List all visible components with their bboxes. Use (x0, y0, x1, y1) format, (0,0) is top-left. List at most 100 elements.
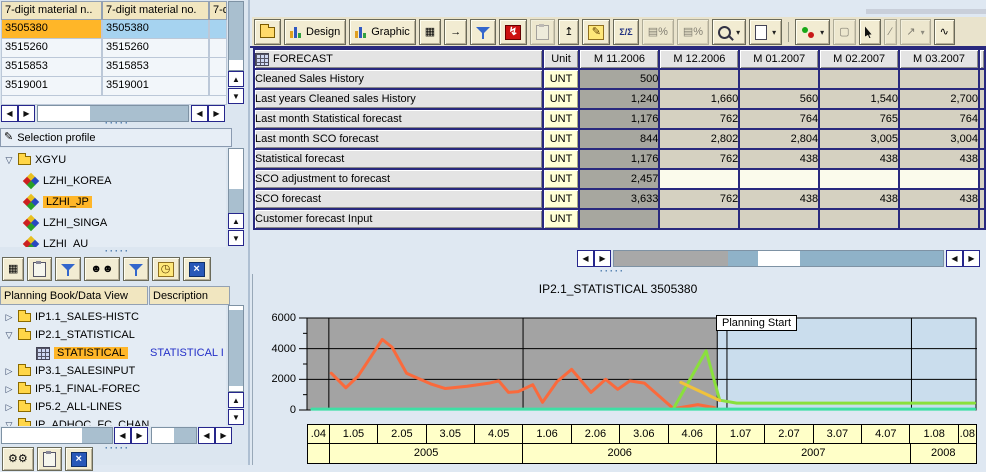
month-column-header[interactable]: M 01.2007 (739, 49, 819, 69)
unit-cell[interactable]: UNT (543, 149, 580, 169)
planning-book-item-statistical[interactable]: STATISTICALSTATISTICAL I (36, 343, 128, 363)
value-cell[interactable] (739, 69, 819, 89)
scroll-left-icon[interactable]: ◀ (946, 250, 963, 267)
value-cell[interactable] (819, 169, 899, 189)
value-cell[interactable]: 3,633 (579, 189, 659, 209)
row-label-button[interactable]: SCO forecast (254, 189, 543, 209)
unit-cell[interactable]: UNT (543, 89, 580, 109)
value-cell[interactable] (739, 209, 819, 229)
selection-item-lzhi_singa[interactable]: LZHI_SINGA (24, 213, 107, 233)
scroll-track[interactable] (613, 250, 944, 267)
value-cell[interactable] (659, 69, 739, 89)
value-cell[interactable] (819, 209, 899, 229)
assign-users-button[interactable]: ☻☻ (84, 257, 119, 281)
planning-book-item-ip2.1_statistical[interactable]: ▽IP2.1_STATISTICAL (4, 325, 135, 345)
status-button[interactable]: ▾ (795, 19, 830, 45)
value-cell[interactable] (659, 209, 739, 229)
scroll-thumb[interactable] (229, 189, 243, 214)
planning-book-item-ip3.1_salesinput[interactable]: ▷IP3.1_SALESINPUT (4, 361, 135, 381)
scroll-down-icon[interactable]: ▼ (228, 230, 244, 246)
scroll-thumb[interactable] (82, 428, 113, 443)
material-cell[interactable]: 3515853 (102, 58, 209, 77)
description-column-header[interactable]: Description (149, 286, 230, 305)
abort-button[interactable]: ↯ (499, 19, 527, 45)
month-column-header[interactable]: M 11.2006 (579, 49, 659, 69)
value-cell[interactable]: 762 (659, 109, 739, 129)
scroll-left-icon[interactable]: ◀ (1, 105, 18, 122)
distribute-button[interactable]: Σ/Σ (613, 19, 638, 45)
planning-book-item-ip1.1_sales-histc[interactable]: ▷IP1.1_SALES-HISTC (4, 307, 139, 327)
selection-item-lzhi_jp[interactable]: LZHI_JP (24, 192, 92, 212)
unit-cell[interactable]: UNT (543, 209, 580, 229)
selection-vscrollbar[interactable]: ▲ ▼ (228, 148, 244, 247)
zoom-button-dropdown[interactable]: ▾ (736, 28, 740, 37)
filter-button[interactable] (55, 257, 81, 281)
value-cell[interactable]: 2,457 (579, 169, 659, 189)
month-column-header[interactable]: M 03.2007 (899, 49, 979, 69)
material-column-header[interactable]: 7-digit material no. (102, 1, 209, 20)
scroll-left-icon[interactable]: ◀ (198, 427, 215, 444)
paste-percent-button[interactable]: ▤% (677, 19, 709, 45)
splitter-dots[interactable]: ····· (105, 246, 130, 256)
material-cell[interactable]: 3519001 (1, 77, 102, 96)
scroll-track[interactable] (151, 427, 197, 444)
unit-column-header[interactable]: Unit (543, 49, 580, 69)
scroll-left-icon[interactable]: ◀ (577, 250, 594, 267)
clipboard-button-2[interactable] (37, 447, 62, 471)
zoom-button[interactable]: ▾ (712, 19, 746, 45)
value-cell[interactable]: 438 (899, 149, 979, 169)
value-cell[interactable]: 438 (899, 189, 979, 209)
settings-button[interactable]: ⚙⚙ (2, 447, 34, 471)
scroll-right-icon[interactable]: ▶ (215, 427, 232, 444)
table-row[interactable]: 35152603515260 (1, 39, 227, 58)
document-select-button[interactable]: ▾ (749, 19, 782, 45)
scroll-thumb[interactable] (229, 310, 243, 386)
draw-line-button[interactable]: ∕ (884, 19, 898, 45)
table-settings-button[interactable]: ▦ (2, 257, 24, 281)
value-cell[interactable]: 1,240 (579, 89, 659, 109)
value-cell[interactable]: 2,700 (899, 89, 979, 109)
row-label-button[interactable]: SCO adjustment to forecast (254, 169, 543, 189)
value-cell[interactable]: 2,802 (659, 129, 739, 149)
value-cell[interactable]: 764 (739, 109, 819, 129)
material-column-header[interactable]: 7-digit material n.. (1, 1, 102, 20)
value-cell[interactable]: 764 (899, 109, 979, 129)
scroll-track[interactable] (228, 305, 244, 392)
selection-item-lzhi_korea[interactable]: LZHI_KOREA (24, 171, 111, 191)
scroll-right-icon[interactable]: ▶ (208, 105, 225, 122)
curve-button[interactable]: ∿ (934, 19, 955, 45)
row-label-button[interactable]: Statistical forecast (254, 149, 543, 169)
material-cell[interactable]: 3515260 (102, 39, 209, 58)
scroll-thumb[interactable] (758, 251, 800, 266)
material-cell[interactable]: 3505380 (102, 20, 209, 39)
value-cell[interactable]: 3,005 (819, 129, 899, 149)
cursor-button[interactable] (859, 19, 881, 45)
value-cell[interactable]: 438 (819, 149, 899, 169)
scroll-track[interactable] (228, 1, 244, 71)
copy-percent-button[interactable]: ▤% (642, 19, 674, 45)
select-area-button[interactable]: ▢ (833, 19, 855, 45)
row-label-button[interactable]: Cleaned Sales History (254, 69, 543, 89)
graphic-button[interactable]: Graphic (349, 19, 416, 45)
row-label-button[interactable]: Last years Cleaned sales History (254, 89, 543, 109)
clipboard-button[interactable] (27, 257, 52, 281)
material-column-header[interactable]: 7-d (209, 1, 227, 20)
value-cell[interactable] (899, 169, 979, 189)
scroll-down-icon[interactable]: ▼ (228, 88, 244, 104)
value-cell[interactable]: 1,176 (579, 109, 659, 129)
value-cell[interactable]: 438 (739, 149, 819, 169)
month-column-header[interactable]: M 12.2006 (659, 49, 739, 69)
splitter-dots[interactable]: ····· (105, 443, 130, 453)
export-button[interactable]: → (444, 19, 467, 45)
design-button[interactable]: Design (284, 19, 346, 45)
value-cell[interactable]: 438 (739, 189, 819, 209)
calculator-button[interactable]: ▦ (419, 19, 441, 45)
notes-button[interactable]: ✎ (582, 19, 610, 45)
value-cell[interactable] (579, 209, 659, 229)
scroll-up-icon[interactable]: ▲ (228, 71, 244, 87)
table-row[interactable]: 35158533515853 (1, 58, 227, 77)
material-cell[interactable]: 3519001 (102, 77, 209, 96)
filter-template-button[interactable] (470, 19, 496, 45)
unit-cell[interactable]: UNT (543, 129, 580, 149)
value-cell[interactable] (899, 209, 979, 229)
